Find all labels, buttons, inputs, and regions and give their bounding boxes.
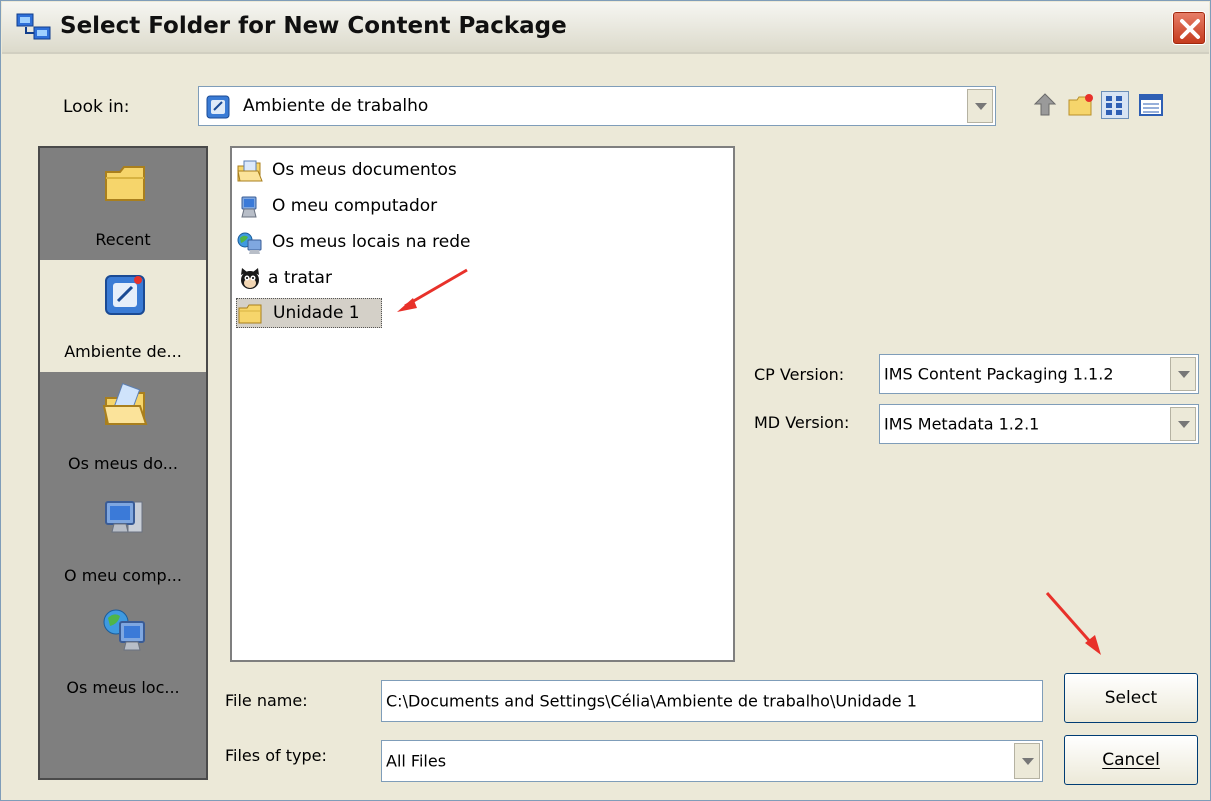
place-recent[interactable]: Recent <box>40 148 206 260</box>
file-label: Os meus locais na rede <box>272 232 471 252</box>
file-name-field[interactable]: C:\Documents and Settings\Célia\Ambiente… <box>381 680 1043 722</box>
place-label: Ambiente de... <box>64 342 182 361</box>
recent-folder-icon <box>105 166 145 201</box>
look-in-combo[interactable]: Ambiente de trabalho <box>198 86 996 126</box>
close-icon <box>1180 19 1200 39</box>
list-view-icon <box>1106 96 1122 115</box>
annotation-arrow <box>1045 592 1101 655</box>
md-version-select[interactable]: IMS Metadata 1.2.1 <box>879 404 1199 444</box>
look-in-dropdown-arrow[interactable] <box>967 89 993 123</box>
cancel-button[interactable]: Cancel <box>1064 735 1198 785</box>
cp-version-label: CP Version: <box>754 365 845 384</box>
close-button[interactable] <box>1172 11 1206 45</box>
md-version-dropdown-arrow[interactable] <box>1170 407 1196 441</box>
cat-icon <box>241 268 259 289</box>
details-view-icon[interactable] <box>1137 91 1165 119</box>
network-places-icon <box>237 232 262 254</box>
folder-icon <box>238 304 262 324</box>
md-version-value: IMS Metadata 1.2.1 <box>884 414 1040 434</box>
list-view-button[interactable] <box>1101 91 1129 119</box>
places-bar: Recent Ambiente de... Os meus do... O me… <box>38 146 208 780</box>
app-icon <box>16 13 51 40</box>
file-label: Os meus documentos <box>272 160 457 180</box>
place-my-computer[interactable]: O meu comp... <box>40 484 206 596</box>
new-folder-icon[interactable] <box>1067 91 1095 119</box>
cp-version-dropdown-arrow[interactable] <box>1170 357 1196 391</box>
file-label: a tratar <box>268 268 332 288</box>
place-label: Os meus loc... <box>66 678 180 697</box>
list-item[interactable]: Unidade 1 <box>236 298 382 328</box>
place-desktop[interactable]: Ambiente de... <box>40 260 206 372</box>
my-computer-icon <box>105 501 143 533</box>
desktop-icon <box>105 275 145 315</box>
up-one-level-icon[interactable] <box>1031 91 1059 119</box>
my-documents-icon <box>237 160 263 182</box>
md-version-label: MD Version: <box>754 413 850 432</box>
select-folder-dialog: Select Folder for New Content Package Lo… <box>0 0 1211 801</box>
place-label: Os meus do... <box>68 454 178 473</box>
network-places-icon <box>103 609 145 651</box>
select-button[interactable]: Select <box>1064 673 1198 723</box>
cp-version-select[interactable]: IMS Content Packaging 1.1.2 <box>879 354 1199 394</box>
look-in-value: Ambiente de trabalho <box>243 96 429 116</box>
file-label: Unidade 1 <box>273 303 360 323</box>
my-computer-icon <box>241 196 257 218</box>
my-documents-icon <box>102 383 148 425</box>
place-label: O meu comp... <box>64 566 182 585</box>
files-of-type-label: Files of type: <box>225 746 327 765</box>
files-of-type-select[interactable]: All Files <box>381 740 1043 782</box>
annotation-arrow <box>397 268 468 312</box>
file-list[interactable]: Os meus documentos O meu computador Os m… <box>230 146 735 662</box>
file-label: O meu computador <box>272 196 438 216</box>
place-my-network[interactable]: Os meus loc... <box>40 596 206 708</box>
file-name-label: File name: <box>225 691 308 710</box>
place-label: Recent <box>95 230 151 249</box>
desktop-icon <box>206 95 230 119</box>
files-of-type-dropdown-arrow[interactable] <box>1014 743 1040 779</box>
place-my-documents[interactable]: Os meus do... <box>40 372 206 484</box>
cp-version-value: IMS Content Packaging 1.1.2 <box>884 364 1114 384</box>
dialog-title: Select Folder for New Content Package <box>60 13 567 39</box>
file-name-value: C:\Documents and Settings\Célia\Ambiente… <box>386 691 917 711</box>
files-of-type-value: All Files <box>386 751 447 771</box>
title-bar[interactable]: Select Folder for New Content Package <box>2 2 1209 54</box>
look-in-label: Look in: <box>63 97 130 117</box>
